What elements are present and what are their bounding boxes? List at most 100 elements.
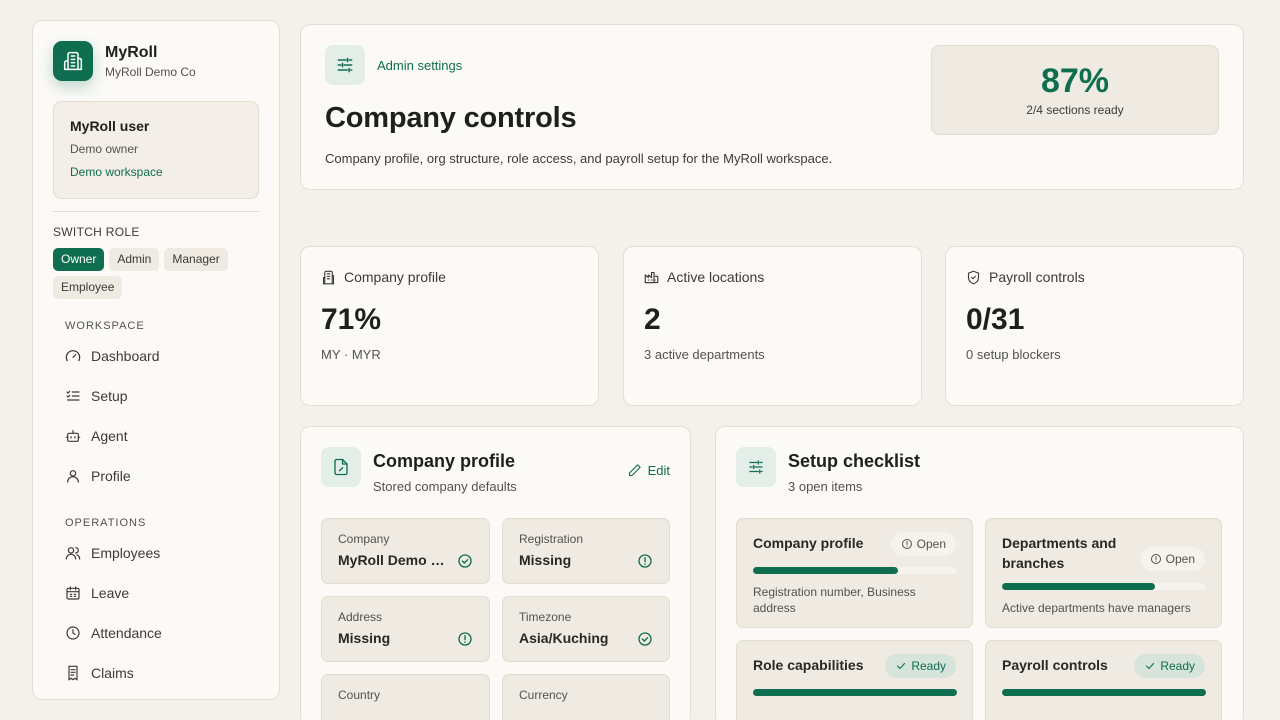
admin-settings-link[interactable]: Admin settings [377, 58, 462, 73]
checklist-title: Company profile [753, 535, 864, 551]
checklist-item-payroll-controls[interactable]: Payroll controls Ready [985, 640, 1222, 720]
info-icon [1150, 554, 1161, 564]
user-role: Demo owner [70, 142, 139, 156]
page-header: Admin settings Company controls Company … [300, 24, 1244, 190]
progress-sections: 2/4 sections ready [1026, 103, 1124, 117]
file-icon [321, 447, 361, 487]
stat-label: Company profile [344, 269, 446, 285]
stat-active-locations: Active locations 2 3 active departments [623, 246, 922, 406]
nav-label: Leave [91, 585, 130, 601]
checklist-note: Active departments have managers [1002, 601, 1191, 615]
field-value: Missing [519, 552, 572, 568]
status-text: Open [916, 537, 946, 551]
nav-item-claims[interactable]: Claims [65, 653, 259, 693]
nav-item-attendance[interactable]: Attendance [65, 613, 259, 653]
status-text: Ready [1160, 659, 1195, 673]
nav-label: Dashboard [91, 348, 160, 364]
stat-value: 0/31 [966, 303, 1025, 336]
checklist-note: Registration number, Business address [753, 585, 916, 615]
checklist-item-company-profile[interactable]: Company profile Open Registration number… [736, 518, 973, 628]
stat-note: 0 setup blockers [966, 347, 1061, 362]
nav-item-setup[interactable]: Setup [65, 376, 259, 416]
field-label: Registration [519, 532, 584, 546]
nav-label: Claims [91, 665, 134, 681]
edit-label: Edit [647, 463, 670, 478]
field-timezone[interactable]: Timezone Asia/Kuching [502, 596, 670, 662]
stat-value: 2 [644, 303, 661, 336]
shield-icon [967, 270, 980, 284]
role-chip-owner[interactable]: Owner [53, 248, 105, 271]
role-chip-manager[interactable]: Manager [164, 248, 228, 271]
bot-icon [65, 430, 81, 442]
stat-label: Active locations [667, 269, 765, 285]
field-label: Country [338, 688, 381, 702]
progress-track [1002, 583, 1206, 590]
page-description: Company profile, org structure, role acc… [325, 151, 833, 166]
field-registration[interactable]: Registration Missing [502, 518, 670, 584]
nav-label: Agent [91, 428, 128, 444]
status-text: Open [1165, 552, 1195, 566]
nav-item-dashboard[interactable]: Dashboard [65, 336, 259, 376]
check-circle-icon [638, 632, 652, 646]
field-label: Currency [519, 688, 568, 702]
progress-fill [753, 689, 957, 696]
company-profile-panel: Company profile Stored company defaults … [300, 426, 691, 720]
nav-label: Attendance [91, 625, 162, 641]
role-chip-admin[interactable]: Admin [109, 248, 160, 271]
field-company[interactable]: Company MyRoll Demo Co [321, 518, 490, 584]
divider [53, 211, 259, 212]
progress-fill [1002, 689, 1206, 696]
alert-circle-icon [458, 632, 472, 646]
progress-fill [1002, 583, 1155, 590]
info-icon [901, 539, 912, 549]
stat-payroll-controls: Payroll controls 0/31 0 setup blockers [945, 246, 1244, 406]
workspace-link[interactable]: Demo workspace [70, 165, 242, 179]
progress-track [753, 567, 957, 574]
checklist-item-departments[interactable]: Departments and branches Open Active dep… [985, 518, 1222, 628]
users-icon [65, 547, 81, 560]
checklist-title: Payroll controls [1002, 657, 1108, 673]
field-label: Timezone [519, 610, 572, 624]
check-icon [897, 662, 906, 670]
progress-fill [753, 567, 898, 574]
field-address[interactable]: Address Missing [321, 596, 490, 662]
nav-item-leave[interactable]: Leave [65, 573, 259, 613]
nav-item-profile[interactable]: Profile [65, 456, 259, 496]
field-currency[interactable]: Currency [502, 674, 670, 720]
nav-item-employees[interactable]: Employees [65, 533, 259, 573]
user-icon [67, 470, 79, 483]
nav-item-agent[interactable]: Agent [65, 416, 259, 456]
clock-icon [66, 626, 80, 640]
pencil-icon [628, 464, 641, 477]
stat-company-profile: Company profile 71% MY · MYR [300, 246, 599, 406]
alert-circle-icon [638, 554, 652, 568]
brand[interactable]: MyRoll MyRoll Demo Co [53, 41, 259, 81]
receipt-icon [68, 665, 78, 681]
setup-checklist-panel: Setup checklist 3 open items Company pro… [715, 426, 1244, 720]
user-card[interactable]: MyRoll user Demo owner Demo workspace [53, 101, 259, 199]
panel-title: Setup checklist [788, 451, 921, 471]
nav-label: Setup [91, 388, 128, 404]
field-value: Missing [338, 630, 391, 646]
calendar-icon [66, 586, 80, 600]
role-chip-employee[interactable]: Employee [53, 276, 123, 299]
brand-company: MyRoll Demo Co [105, 64, 196, 79]
progress-track [1002, 689, 1206, 696]
stat-note: MY · MYR [321, 347, 381, 362]
status-badge: Open [890, 532, 956, 556]
checklist-title: Role capabilities [753, 657, 864, 673]
progress-track [753, 689, 957, 696]
checklist-icon [66, 390, 80, 401]
panel-subtitle: 3 open items [788, 479, 863, 494]
status-badge: Ready [1134, 654, 1205, 678]
field-value: Asia/Kuching [519, 630, 609, 646]
nav-section-operations: OPERATIONS [65, 517, 147, 529]
nav-section-workspace: WORKSPACE [65, 320, 145, 332]
checklist-item-role-capabilities[interactable]: Role capabilities Ready [736, 640, 973, 720]
stat-label: Payroll controls [989, 269, 1085, 285]
check-circle-icon [458, 554, 472, 568]
edit-profile-button[interactable]: Edit [627, 463, 670, 478]
stat-value: 71% [321, 303, 382, 336]
sliders-icon [325, 45, 365, 85]
field-country[interactable]: Country [321, 674, 490, 720]
